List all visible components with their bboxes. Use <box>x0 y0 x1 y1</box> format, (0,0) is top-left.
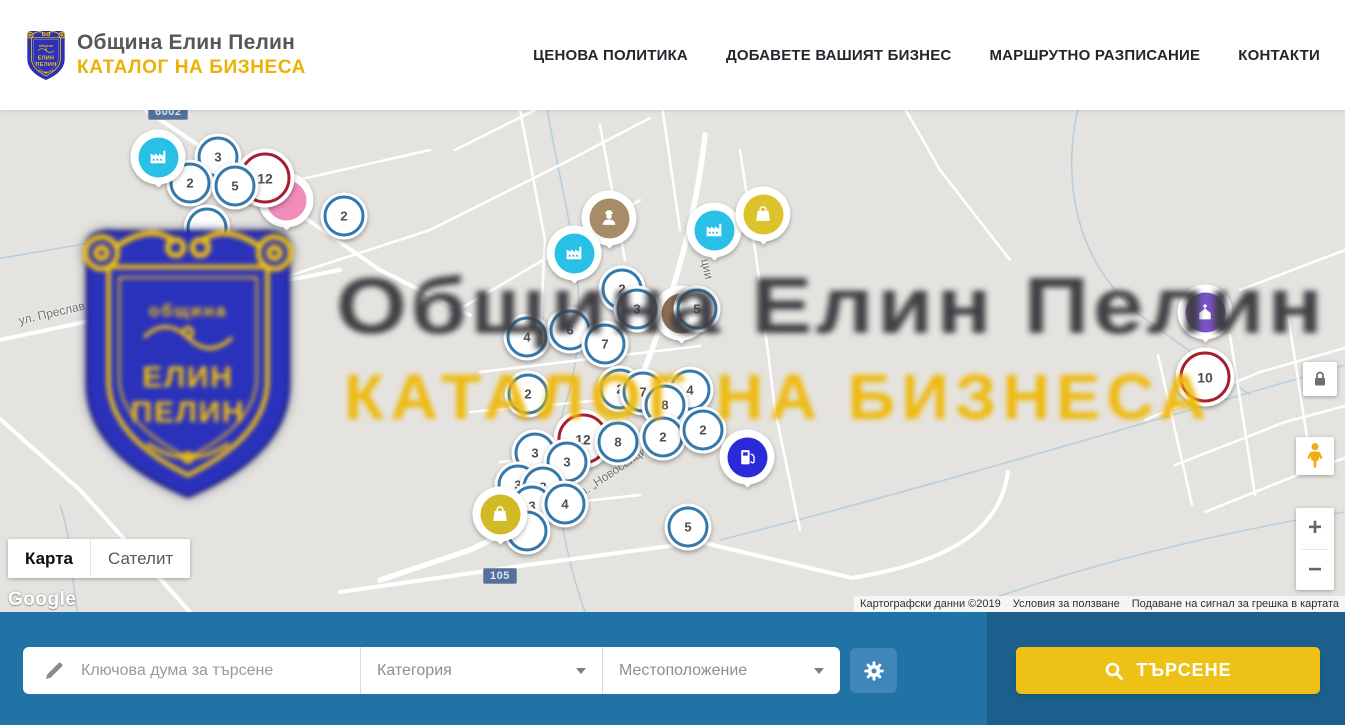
map-marker-bag[interactable] <box>736 187 791 242</box>
map-marker-church[interactable] <box>1178 285 1233 340</box>
map-attribution: Картографски данни ©2019 Условия за полз… <box>854 596 1345 612</box>
search-bar: Категория Местоположение <box>0 612 1345 725</box>
category-select[interactable]: Категория <box>360 647 602 694</box>
marker-cluster[interactable]: 5 <box>665 504 712 551</box>
map-type-map-button[interactable]: Карта <box>8 539 90 578</box>
pegman-icon <box>1303 442 1327 470</box>
marker-cluster[interactable]: 4 <box>504 314 551 361</box>
keyword-field[interactable] <box>23 647 360 694</box>
keyword-input[interactable] <box>79 661 333 681</box>
zoom-out-button[interactable]: − <box>1296 550 1334 591</box>
map-marker-fuel[interactable] <box>720 430 775 485</box>
attribution-terms-link[interactable]: Условия за ползване <box>1007 596 1126 612</box>
map-marker-factory[interactable] <box>547 226 602 281</box>
marker-cluster[interactable]: 5 <box>212 163 259 210</box>
marker-cluster[interactable]: 5 <box>674 286 721 333</box>
nav-route-schedule[interactable]: МАРШРУТНО РАЗПИСАНИЕ <box>989 47 1200 64</box>
map-type-control: Карта Сателит <box>8 539 190 578</box>
zoom-control: + − <box>1296 508 1334 590</box>
search-button[interactable]: ТЪРСЕНЕ <box>1016 647 1320 694</box>
main-nav: ЦЕНОВА ПОЛИТИКА ДОБАВЕТЕ ВАШИЯТ БИЗНЕС М… <box>533 47 1320 64</box>
search-button-label: ТЪРСЕНЕ <box>1136 660 1231 681</box>
pencil-icon <box>43 660 65 682</box>
search-fields: Категория Местоположение <box>23 647 840 694</box>
nav-contacts[interactable]: КОНТАКТИ <box>1238 47 1320 64</box>
gear-icon <box>863 660 885 682</box>
chevron-down-icon <box>814 668 824 674</box>
markers-layer: 3212522354672274812822333834510 <box>0 110 1345 612</box>
category-select-label: Категория <box>377 662 452 680</box>
map-marker-bag[interactable] <box>473 487 528 542</box>
marker-cluster[interactable]: 8 <box>595 419 642 466</box>
attribution-report-error-link[interactable]: Подаване на сигнал за грешка в картата <box>1126 596 1345 612</box>
marker-cluster[interactable]: 4 <box>542 481 589 528</box>
marker-cluster[interactable]: 10 <box>1176 348 1235 407</box>
google-logo[interactable]: Google <box>8 589 76 611</box>
nav-add-business[interactable]: ДОБАВЕТЕ ВАШИЯТ БИЗНЕС <box>726 47 951 64</box>
site-subtitle: КАТАЛОГ НА БИЗНЕСА <box>77 57 306 79</box>
location-select[interactable]: Местоположение <box>602 647 840 694</box>
lock-icon <box>1310 369 1330 389</box>
map-marker-factory[interactable] <box>687 203 742 258</box>
marker-cluster[interactable]: 2 <box>640 414 687 461</box>
header: Община Елин Пелин КАТАЛОГ НА БИЗНЕСА ЦЕН… <box>0 0 1345 110</box>
chevron-down-icon <box>576 668 586 674</box>
location-select-label: Местоположение <box>619 662 747 680</box>
map-type-satellite-button[interactable]: Сателит <box>90 539 190 578</box>
nav-pricing-policy[interactable]: ЦЕНОВА ПОЛИТИКА <box>533 47 688 64</box>
site-title: Община Елин Пелин <box>77 31 306 55</box>
marker-cluster[interactable]: 7 <box>582 321 629 368</box>
street-view-pegman-button[interactable] <box>1296 437 1334 475</box>
attribution-copyright: Картографски данни ©2019 <box>854 596 1007 612</box>
zoom-in-button[interactable]: + <box>1296 508 1334 549</box>
brand[interactable]: Община Елин Пелин КАТАЛОГ НА БИЗНЕСА <box>25 28 306 83</box>
search-icon <box>1104 661 1124 681</box>
advanced-settings-button[interactable] <box>850 648 897 693</box>
marker-cluster[interactable] <box>184 205 231 252</box>
marker-cluster[interactable]: 2 <box>505 371 552 418</box>
map-canvas[interactable]: 6002105ул. Преславбул. „Новоселциции 321… <box>0 110 1345 612</box>
map-marker-factory[interactable] <box>131 130 186 185</box>
municipality-crest-logo <box>25 28 67 83</box>
fullscreen-lock-button[interactable] <box>1303 362 1337 396</box>
marker-cluster[interactable]: 2 <box>321 193 368 240</box>
